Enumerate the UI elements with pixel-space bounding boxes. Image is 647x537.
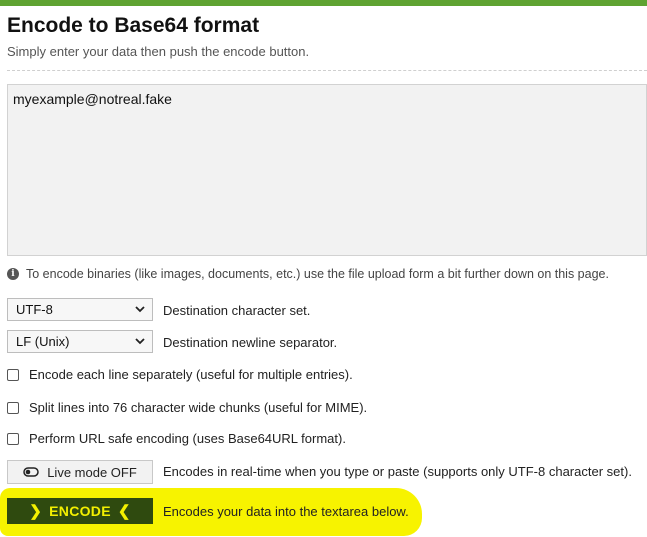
split-lines-checkbox[interactable] [7,401,19,414]
url-safe-checkbox[interactable] [7,432,19,445]
page-subtitle: Simply enter your data then push the enc… [7,44,310,59]
live-mode-button[interactable]: Live mode OFF [7,460,153,484]
encode-button[interactable]: ❯ ENCODE ❮ [7,498,153,524]
newline-selected-value: LF (Unix) [16,334,70,349]
option-each-line[interactable]: Encode each line separately (useful for … [7,367,353,382]
url-safe-label: Perform URL safe encoding (uses Base64UR… [29,431,346,446]
live-mode-label: Live mode OFF [47,464,137,480]
charset-label: Destination character set. [163,303,311,318]
page-title: Encode to Base64 format [7,14,260,37]
info-text: To encode binaries (like images, documen… [26,267,609,281]
each-line-label: Encode each line separately (useful for … [29,367,353,382]
each-line-checkbox[interactable] [7,368,19,381]
option-split-lines[interactable]: Split lines into 76 character wide chunk… [7,400,367,415]
chevron-left-icon: ❮ [117,503,131,520]
info-note: i To encode binaries (like images, docum… [7,267,609,281]
toggle-off-icon [23,467,39,477]
dashed-divider [7,70,647,71]
top-accent-bar [0,0,647,6]
encode-description: Encodes your data into the textarea belo… [163,504,409,519]
split-lines-label: Split lines into 76 character wide chunk… [29,400,368,415]
encode-button-label: ENCODE [49,503,111,519]
live-mode-description: Encodes in real-time when you type or pa… [163,464,632,479]
newline-label: Destination newline separator. [163,335,338,350]
option-url-safe[interactable]: Perform URL safe encoding (uses Base64UR… [7,431,346,446]
newline-select[interactable]: LF (Unix) [7,330,153,353]
info-icon: i [7,268,19,280]
chevron-down-icon [135,338,145,345]
chevron-right-icon: ❯ [29,503,43,520]
data-input-textarea[interactable] [7,84,647,256]
chevron-down-icon [135,306,145,313]
charset-select[interactable]: UTF-8 [7,298,153,321]
charset-selected-value: UTF-8 [16,302,53,317]
